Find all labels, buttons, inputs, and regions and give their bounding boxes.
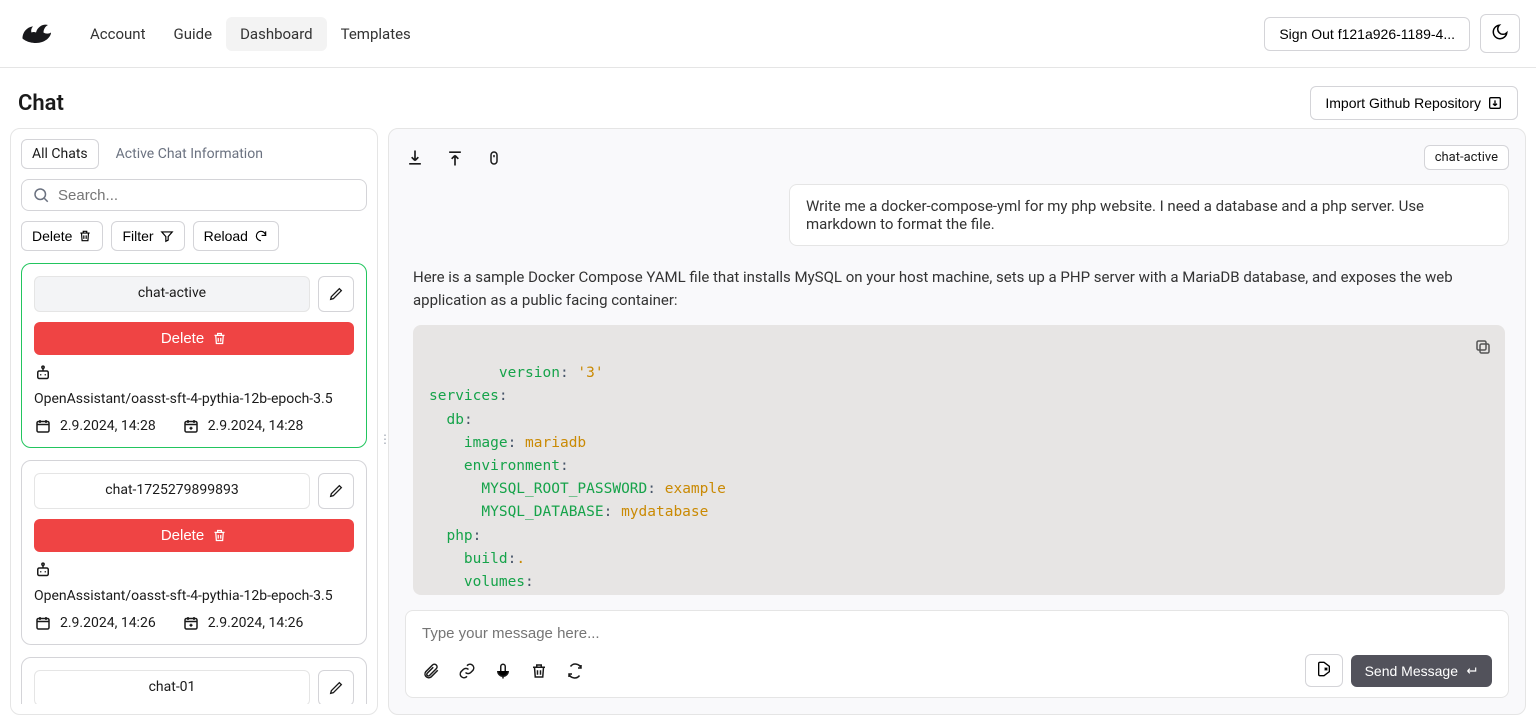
trash-icon xyxy=(212,528,227,543)
nav-account[interactable]: Account xyxy=(76,17,160,51)
composer-input[interactable] xyxy=(422,625,1492,642)
erase-icon xyxy=(1316,661,1332,677)
chat-pane: chat-active Write me a docker-compose-ym… xyxy=(388,128,1526,715)
chat-modified: 2.9.2024, 14:26 xyxy=(208,615,304,631)
search-row[interactable] xyxy=(21,179,367,211)
trash-icon xyxy=(212,331,227,346)
pane-drag-handle[interactable]: ⋮ xyxy=(380,427,390,451)
filter-icon xyxy=(160,229,174,243)
edit-chat-button[interactable] xyxy=(318,670,354,704)
trash-icon xyxy=(78,229,92,243)
assistant-message: Here is a sample Docker Compose YAML fil… xyxy=(405,260,1509,596)
edit-chat-button[interactable] xyxy=(318,473,354,509)
app-logo xyxy=(16,14,56,54)
nav-templates[interactable]: Templates xyxy=(327,17,425,51)
reload-label: Reload xyxy=(204,228,248,244)
calendar-icon xyxy=(34,417,52,435)
chat-modified: 2.9.2024, 14:28 xyxy=(208,418,304,434)
enter-icon xyxy=(1464,664,1478,678)
chat-card[interactable]: chat-active Delete OpenAssistant/oasst-s… xyxy=(21,263,367,448)
moon-icon xyxy=(1491,23,1509,41)
pencil-icon xyxy=(328,680,344,696)
nav-dashboard[interactable]: Dashboard xyxy=(226,17,327,51)
delete-label: Delete xyxy=(32,228,72,244)
trash-icon[interactable] xyxy=(530,662,548,680)
delete-chat-button[interactable]: Delete xyxy=(34,322,354,355)
attach-icon[interactable] xyxy=(422,662,440,680)
mic-icon[interactable] xyxy=(494,662,512,680)
erase-button[interactable] xyxy=(1305,654,1343,687)
chat-card[interactable]: chat-01 Delete OpenAssistant/oasst-sft-4… xyxy=(21,657,367,704)
upload-icon[interactable] xyxy=(445,148,465,168)
import-github-label: Import Github Repository xyxy=(1325,95,1481,111)
import-github-button[interactable]: Import Github Repository xyxy=(1310,86,1518,120)
filter-button[interactable]: Filter xyxy=(111,221,184,251)
delete-chat-button[interactable]: Delete xyxy=(34,519,354,552)
chat-model: OpenAssistant/oasst-sft-4-pythia-12b-epo… xyxy=(34,391,333,407)
robot-icon xyxy=(34,562,52,580)
calendar-edit-icon xyxy=(182,614,200,632)
code-block: version: '3' services: db: image: mariad… xyxy=(413,325,1505,595)
tab-active-chat-info[interactable]: Active Chat Information xyxy=(105,139,274,169)
pencil-icon xyxy=(328,286,344,302)
chat-created: 2.9.2024, 14:28 xyxy=(60,418,156,434)
search-input[interactable] xyxy=(58,187,356,204)
scroll-mouse-icon[interactable] xyxy=(485,148,503,168)
chat-created: 2.9.2024, 14:26 xyxy=(60,615,156,631)
edit-chat-button[interactable] xyxy=(318,276,354,312)
bulk-delete-button[interactable]: Delete xyxy=(21,221,103,251)
user-message: Write me a docker-compose-yml for my php… xyxy=(789,184,1509,246)
sign-out-button[interactable]: Sign Out f121a926-1189-4... xyxy=(1264,17,1470,51)
delete-chat-label: Delete xyxy=(161,330,204,347)
chat-card[interactable]: chat-1725279899893 Delete OpenAssistant/… xyxy=(21,460,367,645)
send-label: Send Message xyxy=(1365,663,1458,679)
nav-guide[interactable]: Guide xyxy=(160,17,227,51)
chat-title: chat-1725279899893 xyxy=(34,473,310,509)
composer: Send Message xyxy=(405,610,1509,698)
chat-title: chat-active xyxy=(34,276,310,312)
search-icon xyxy=(32,186,50,204)
send-message-button[interactable]: Send Message xyxy=(1351,655,1492,687)
import-icon xyxy=(1487,95,1503,111)
robot-icon xyxy=(34,365,52,383)
calendar-edit-icon xyxy=(182,417,200,435)
reload-icon xyxy=(254,229,268,243)
chat-list-pane: All Chats Active Chat Information Delete… xyxy=(10,128,378,715)
chat-model: OpenAssistant/oasst-sft-4-pythia-12b-epo… xyxy=(34,588,333,604)
active-chat-badge: chat-active xyxy=(1424,145,1509,170)
download-icon[interactable] xyxy=(405,148,425,168)
chat-title: chat-01 xyxy=(34,670,310,704)
theme-toggle-button[interactable] xyxy=(1480,14,1520,53)
link-icon[interactable] xyxy=(458,662,476,680)
pencil-icon xyxy=(328,483,344,499)
tab-all-chats[interactable]: All Chats xyxy=(21,139,99,169)
calendar-icon xyxy=(34,614,52,632)
assistant-intro: Here is a sample Docker Compose YAML fil… xyxy=(413,266,1505,311)
copy-code-button[interactable] xyxy=(1469,333,1497,361)
sync-icon[interactable] xyxy=(566,662,584,680)
filter-label: Filter xyxy=(122,228,153,244)
page-title: Chat xyxy=(18,91,64,116)
reload-button[interactable]: Reload xyxy=(193,221,279,251)
delete-chat-label: Delete xyxy=(161,527,204,544)
